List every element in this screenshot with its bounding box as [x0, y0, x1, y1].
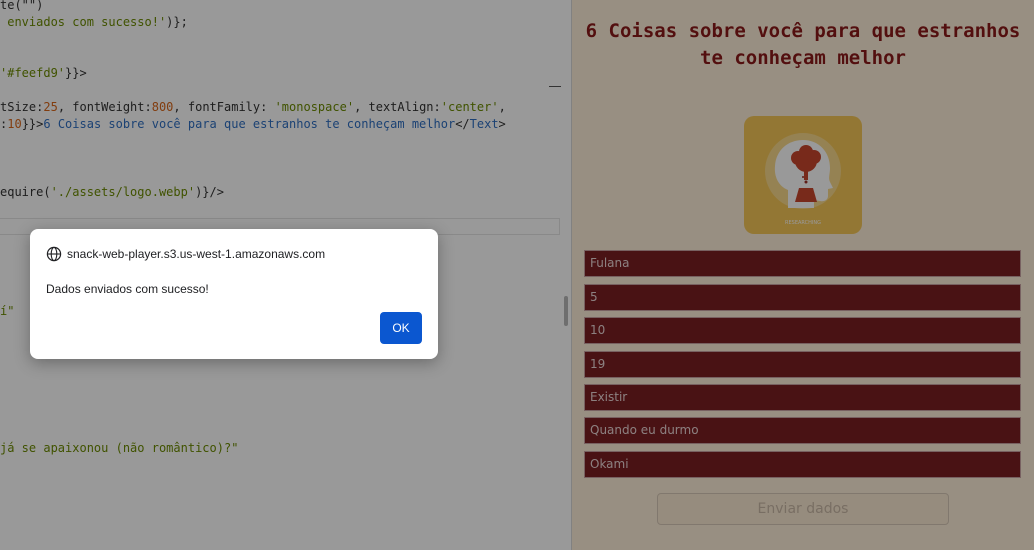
dialog-origin: snack-web-player.s3.us-west-1.amazonaws.… [67, 247, 326, 261]
globe-icon [46, 246, 62, 262]
dialog-origin-row: snack-web-player.s3.us-west-1.amazonaws.… [46, 245, 325, 263]
ok-button[interactable]: OK [380, 312, 422, 344]
dialog-message: Dados enviados com sucesso! [46, 282, 209, 296]
alert-dialog: snack-web-player.s3.us-west-1.amazonaws.… [30, 229, 438, 359]
